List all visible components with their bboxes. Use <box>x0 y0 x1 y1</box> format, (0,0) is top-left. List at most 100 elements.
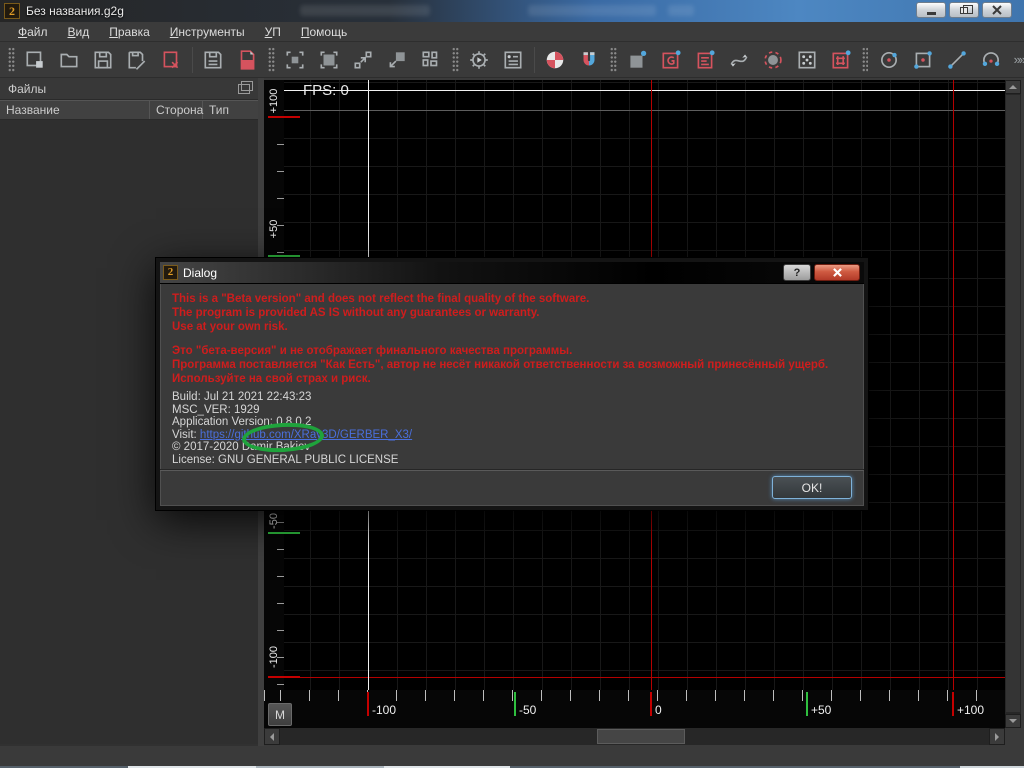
path-transform-button[interactable] <box>726 46 753 74</box>
close-file-button[interactable] <box>158 46 185 74</box>
new-file-icon <box>24 49 46 71</box>
build-info: Build: Jul 21 2021 22:43:23 MSC_VER: 192… <box>172 391 852 466</box>
save-as-icon <box>126 49 148 71</box>
hruler-label: -50 <box>519 703 537 717</box>
horizontal-ruler: -100 -50 0 +50 +100 <box>264 690 1005 728</box>
close-icon <box>992 5 1002 15</box>
dashed-circle-icon <box>762 49 784 71</box>
units-mm-button[interactable]: M <box>268 703 292 726</box>
vertical-scrollbar-thumb[interactable] <box>1006 95 1020 712</box>
hruler-tick-red <box>367 692 369 716</box>
titlebar-ghost-text <box>300 5 430 16</box>
toolbar-overflow-icon[interactable]: »» <box>1014 52 1024 67</box>
properties-button[interactable] <box>500 46 527 74</box>
column-side[interactable]: Сторона <box>150 101 203 119</box>
toolbar-separator <box>191 46 193 73</box>
arrow-down-icon <box>1009 719 1017 727</box>
rect-blank-button[interactable] <box>624 46 651 74</box>
scroll-down-button[interactable] <box>1005 714 1021 728</box>
window-controls <box>916 2 1012 18</box>
files-table-header: Название Сторона Тип <box>0 100 258 120</box>
warning-text-en: This is a "Beta version" and does not re… <box>172 293 590 333</box>
menu-file[interactable]: Файл <box>8 23 58 41</box>
scroll-left-button[interactable] <box>264 728 280 745</box>
restore-button[interactable] <box>949 2 979 18</box>
gerber-file-button[interactable] <box>658 46 685 74</box>
zoom-in-icon <box>386 49 408 71</box>
dialog-titlebar[interactable]: Dialog ? <box>160 262 864 284</box>
scroll-right-button[interactable] <box>989 728 1005 745</box>
zoom-in-button[interactable] <box>384 46 411 74</box>
save-button[interactable] <box>90 46 117 74</box>
dialog-help-button[interactable]: ? <box>783 264 811 281</box>
gcode-settings-button[interactable] <box>466 46 493 74</box>
excellon-file-button[interactable] <box>692 46 719 74</box>
files-panel-title: Файлы <box>8 81 47 96</box>
column-type[interactable]: Тип <box>203 101 258 119</box>
snap-magnet-button[interactable] <box>576 46 603 74</box>
new-file-button[interactable] <box>22 46 49 74</box>
thermal-hash-icon <box>830 49 852 71</box>
save-as-button[interactable] <box>124 46 151 74</box>
save-project-button[interactable] <box>200 46 227 74</box>
menu-gcode[interactable]: УП <box>255 23 291 41</box>
window-title: Без названия.g2g <box>26 4 124 18</box>
column-name[interactable]: Название <box>0 101 150 119</box>
dialog-close-button[interactable] <box>814 264 860 281</box>
vertical-scrollbar[interactable] <box>1005 80 1021 728</box>
gear-play-icon <box>468 49 490 71</box>
warning-text-ru: Это "бета-версия" и не отображает финаль… <box>172 345 829 385</box>
zoom-fit-icon <box>284 49 306 71</box>
minimize-icon <box>926 11 936 15</box>
toolbar-grip[interactable] <box>609 46 617 73</box>
circle-tool-button[interactable] <box>875 46 902 74</box>
float-panel-icon[interactable] <box>238 80 253 94</box>
dialog-title: Dialog <box>183 265 218 280</box>
ok-button[interactable]: OK! <box>772 476 852 499</box>
toolbar-grip[interactable] <box>8 46 15 73</box>
menu-tools[interactable]: Инструменты <box>160 23 255 41</box>
thermal-mask-button[interactable] <box>828 46 855 74</box>
open-file-button[interactable] <box>56 46 83 74</box>
horizontal-scrollbar[interactable] <box>264 728 1005 745</box>
hruler-minor-ticks <box>264 690 1005 701</box>
export-pdf-button[interactable] <box>234 46 261 74</box>
menu-bar: Файл Вид Правка Инструменты УП Помощь <box>0 22 1024 42</box>
github-link[interactable]: https://github.com/XRay3D/GERBER_X3/ <box>200 429 412 441</box>
horizontal-scrollbar-thumb[interactable] <box>597 729 685 744</box>
line-tool-button[interactable] <box>944 46 971 74</box>
markers-icon <box>420 49 442 71</box>
rect-tool-icon <box>912 49 934 71</box>
close-button[interactable] <box>982 2 1012 18</box>
build-line: Build: Jul 21 2021 22:43:23 <box>172 391 312 403</box>
menu-help[interactable]: Помощь <box>291 23 357 41</box>
visit-line: Visit: https://github.com/XRay3D/GERBER_… <box>172 428 413 441</box>
zoom-out-button[interactable] <box>350 46 377 74</box>
vruler-label: -100 <box>268 645 280 669</box>
scroll-up-button[interactable] <box>1005 80 1021 94</box>
minimize-button[interactable] <box>916 2 946 18</box>
zoom-selection-button[interactable] <box>316 46 343 74</box>
magnet-icon <box>578 49 600 71</box>
toolbar-grip[interactable] <box>267 46 275 73</box>
toolbar-grip[interactable] <box>861 46 869 73</box>
zoom-fit-button[interactable] <box>282 46 309 74</box>
pocket-circle-button[interactable] <box>760 46 787 74</box>
drill-holes-button[interactable] <box>794 46 821 74</box>
window-titlebar[interactable]: Без названия.g2g <box>0 0 1024 22</box>
arc-tool-button[interactable] <box>978 46 1005 74</box>
datum-target-button[interactable] <box>542 46 569 74</box>
hruler-label: +100 <box>957 703 985 717</box>
vruler-tick-green <box>268 532 300 534</box>
rect-tool-button[interactable] <box>910 46 937 74</box>
toolbar-grip[interactable] <box>451 46 459 73</box>
vruler-label: +100 <box>268 88 280 114</box>
dialog-footer: OK! <box>160 470 864 506</box>
zoom-selection-icon <box>318 49 340 71</box>
copyright-line: © 2017-2020 Damir Bakiev <box>172 441 311 453</box>
menu-edit[interactable]: Правка <box>99 23 160 41</box>
menu-view[interactable]: Вид <box>58 23 100 41</box>
vruler-tick-green <box>268 255 300 257</box>
hruler-tick-green <box>514 692 516 716</box>
markers-button[interactable] <box>418 46 445 74</box>
